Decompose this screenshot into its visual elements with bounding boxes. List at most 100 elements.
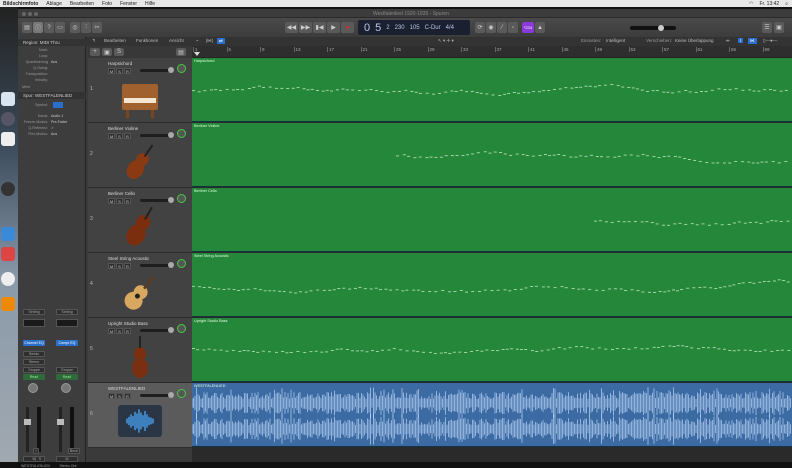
cycle-button[interactable]: ⟳ — [475, 22, 485, 33]
record-enable-button[interactable]: R — [124, 393, 131, 399]
menu-fenster[interactable]: Fenster — [120, 1, 137, 7]
solo-button[interactable]: S — [35, 456, 45, 462]
track-s-button[interactable]: S — [114, 48, 124, 56]
bounce-button[interactable]: Bnce — [68, 448, 80, 454]
menu-hilfe[interactable]: Hilfe — [145, 1, 155, 7]
smart-controls-button[interactable]: ◎ — [70, 22, 80, 33]
notes-icon[interactable] — [1, 132, 15, 146]
solo-button[interactable]: S — [116, 393, 123, 399]
param-value[interactable]: Aus — [51, 132, 57, 136]
record-button[interactable]: ● — [341, 22, 354, 33]
launchpad-icon[interactable] — [1, 112, 15, 126]
mute-button[interactable]: M — [108, 263, 115, 269]
track-symbol-waveform-icon[interactable] — [53, 102, 63, 108]
mute-button[interactable]: M — [108, 328, 115, 334]
forward-button[interactable]: ▶▶ — [299, 22, 312, 33]
automation-mode-button[interactable]: Read — [23, 374, 45, 380]
track-volume-slider[interactable] — [140, 67, 174, 73]
track-name[interactable]: Berliner Cello — [108, 191, 135, 196]
edit-menu[interactable]: Bearbeiten — [104, 38, 126, 43]
setting-button[interactable]: Setting — [56, 309, 78, 315]
replace-button[interactable]: ◉ — [486, 22, 496, 33]
clock[interactable]: Fr. 13:42 — [759, 1, 779, 7]
list-editors-button[interactable]: ☰ — [762, 22, 772, 33]
note-pad-button[interactable]: ▣ — [774, 22, 784, 33]
track-name[interactable]: WESTFALENLIED — [108, 386, 145, 391]
pan-knob[interactable] — [177, 64, 186, 73]
view-menu[interactable]: Ansicht — [169, 38, 184, 43]
close-button[interactable] — [22, 12, 26, 16]
automation-icon[interactable]: ⌁ — [196, 38, 199, 44]
group-button[interactable]: Gruppe — [56, 367, 78, 373]
editors-button[interactable]: ✂ — [92, 22, 102, 33]
horizontal-zoom-icon[interactable]: ⋈ — [748, 38, 757, 44]
go-to-start-button[interactable]: ▮◀ — [313, 22, 326, 33]
audio-region[interactable]: WESTFALENLIED — [192, 383, 792, 447]
mute-button[interactable]: M — [56, 456, 78, 462]
group-button[interactable]: Gruppe — [23, 367, 45, 373]
help-button[interactable]: ? — [44, 22, 54, 33]
midi-region[interactable]: Steel String Acoustic — [192, 253, 792, 317]
track-volume-slider[interactable] — [140, 132, 174, 138]
photos-icon[interactable] — [1, 297, 15, 311]
solo-button[interactable]: S — [116, 263, 123, 269]
lcd-key[interactable]: C-Dur — [425, 25, 441, 31]
midi-region[interactable]: Berliner Violine — [192, 123, 792, 187]
playhead-icon[interactable] — [194, 52, 200, 56]
lcd-tempo[interactable]: 105 — [410, 25, 420, 31]
music-icon[interactable] — [1, 247, 15, 261]
track-header[interactable]: 6 WESTFALENLIED M S R — [88, 383, 192, 448]
sends-slot[interactable]: Sends — [23, 351, 45, 357]
count-in-button[interactable]: ¹234 — [522, 22, 534, 33]
solo-button[interactable]: S — [116, 198, 123, 204]
minimize-button[interactable] — [28, 12, 32, 16]
search-icon[interactable]: ⌕ — [785, 1, 788, 7]
eq-thumbnail[interactable] — [56, 319, 78, 327]
param-value[interactable]: Pre-Fader — [51, 120, 67, 124]
volume-fader[interactable] — [26, 407, 29, 452]
solo-button[interactable]: S — [116, 68, 123, 74]
mute-button[interactable]: M — [108, 133, 115, 139]
record-enable-button[interactable]: R — [124, 263, 131, 269]
midi-region[interactable]: Berliner Cello — [192, 188, 792, 252]
channel-strip-name[interactable]: Stereo Out — [54, 464, 82, 468]
inspector-button[interactable]: ⓘ — [33, 22, 43, 33]
setting-button[interactable]: Setting — [23, 309, 45, 315]
eq-button[interactable]: Compr EQ — [56, 340, 78, 346]
eq-button[interactable]: Channel EQ — [23, 340, 45, 346]
fader-handle[interactable] — [24, 419, 31, 425]
pan-knob[interactable] — [177, 259, 186, 268]
appstore-icon[interactable] — [1, 227, 15, 241]
pan-knob[interactable] — [28, 383, 38, 393]
track-name[interactable]: Berliner Violine — [108, 126, 138, 131]
add-track-button[interactable]: + — [90, 48, 100, 56]
global-tracks-button[interactable]: ▤ — [176, 48, 186, 56]
eq-thumbnail[interactable] — [23, 319, 45, 327]
record-enable-button[interactable]: R — [124, 328, 131, 334]
pan-knob[interactable] — [177, 194, 186, 203]
volume-fader[interactable] — [59, 407, 62, 452]
metronome-button[interactable]: ▲ — [535, 22, 545, 33]
output-button[interactable]: Stereo — [23, 359, 45, 365]
track-header[interactable]: 4 Steel String Acoustic M S R — [88, 253, 192, 318]
record-enable-button[interactable]: R — [124, 68, 131, 74]
ruler[interactable]: 15913172125293337414549535761656973 — [192, 46, 792, 58]
mute-button[interactable]: M — [108, 393, 115, 399]
vertical-zoom-icon[interactable]: I — [738, 38, 744, 43]
pointer-tool[interactable]: ↖ ▾ ✛ ▾ — [438, 38, 454, 44]
pan-knob[interactable] — [61, 383, 71, 393]
track-header[interactable]: 2 Berliner Violine M S R — [88, 123, 192, 188]
param-value[interactable]: ✓ — [51, 126, 54, 130]
duplicate-track-button[interactable]: ▣ — [102, 48, 112, 56]
zoom-slider[interactable]: ▯—●— — [763, 38, 777, 44]
track-volume-slider[interactable] — [140, 392, 174, 398]
midi-region[interactable]: Upright Studio Bass — [192, 318, 792, 382]
menu-app[interactable]: Bildschirmfoto — [3, 1, 38, 7]
fader-handle[interactable] — [57, 419, 64, 425]
play-button[interactable]: ▶ — [327, 22, 340, 33]
track-header[interactable]: 1 Harpsichord M S R — [88, 58, 192, 123]
tuner-button[interactable]: ⁄ — [497, 22, 507, 33]
mixer-button[interactable]: ⫶ — [81, 22, 91, 33]
track-name[interactable]: Upright Studio Bass — [108, 321, 148, 326]
wifi-icon[interactable]: ◠ — [749, 1, 753, 7]
